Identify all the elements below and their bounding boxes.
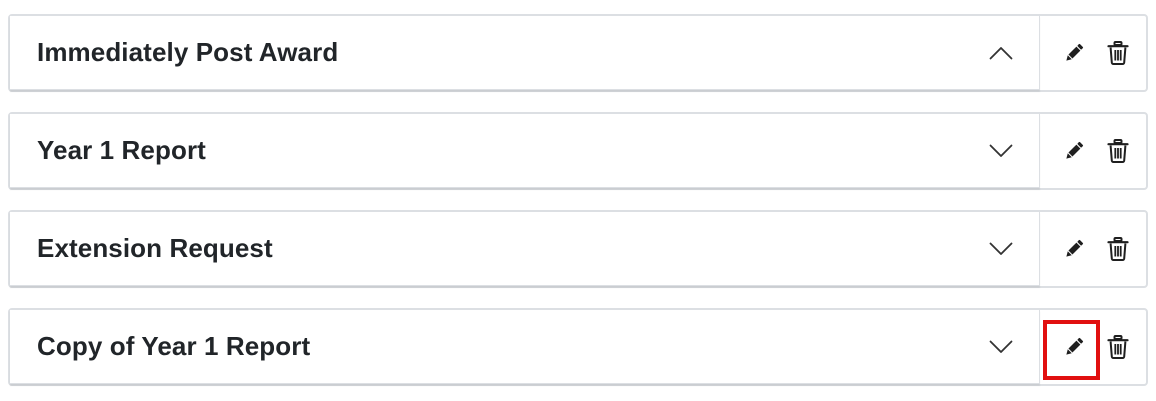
row-actions [1040, 114, 1146, 188]
pencil-icon [1066, 43, 1084, 61]
chevron-down-icon[interactable] [987, 137, 1015, 165]
accordion-header[interactable]: Immediately Post Award [10, 16, 1040, 90]
accordion-title: Copy of Year 1 Report [37, 331, 311, 361]
delete-button[interactable] [1101, 133, 1135, 169]
trash-icon [1107, 139, 1129, 163]
chevron-down-icon[interactable] [987, 333, 1015, 361]
delete-button[interactable] [1101, 231, 1135, 267]
pencil-icon [1066, 239, 1084, 257]
trash-icon [1107, 237, 1129, 261]
pencil-icon [1066, 337, 1084, 355]
accordion-row: Extension Request [8, 210, 1148, 288]
accordion-row: Immediately Post Award [8, 14, 1148, 92]
edit-button[interactable] [1057, 133, 1091, 169]
accordion-row: Copy of Year 1 Report [8, 308, 1148, 386]
delete-button[interactable] [1101, 35, 1135, 71]
accordion-title: Year 1 Report [37, 135, 206, 165]
delete-button[interactable] [1101, 329, 1135, 365]
edit-button[interactable] [1057, 231, 1091, 267]
accordion-title: Immediately Post Award [37, 37, 339, 67]
trash-icon [1107, 335, 1129, 359]
edit-button[interactable] [1057, 35, 1091, 71]
accordion-header[interactable]: Copy of Year 1 Report [10, 310, 1040, 384]
row-actions [1040, 212, 1146, 286]
accordion-header[interactable]: Extension Request [10, 212, 1040, 286]
accordion-header[interactable]: Year 1 Report [10, 114, 1040, 188]
pencil-icon [1066, 141, 1084, 159]
accordion-row: Year 1 Report [8, 112, 1148, 190]
accordion-title: Extension Request [37, 233, 273, 263]
edit-button[interactable] [1057, 329, 1091, 365]
row-actions [1040, 310, 1146, 384]
accordion-list: Immediately Post Award Year 1 Report Ext… [8, 14, 1148, 386]
chevron-up-icon[interactable] [987, 39, 1015, 67]
trash-icon [1107, 41, 1129, 65]
row-actions [1040, 16, 1146, 90]
chevron-down-icon[interactable] [987, 235, 1015, 263]
